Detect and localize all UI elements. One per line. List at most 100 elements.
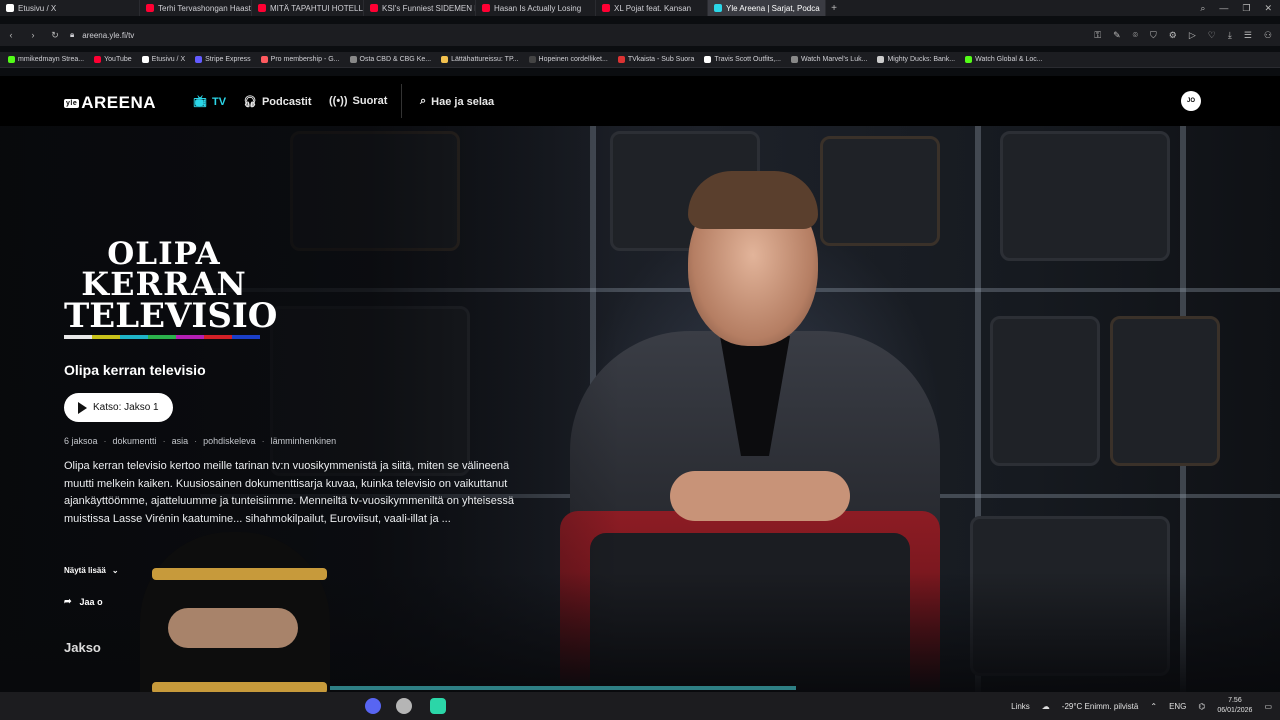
back-icon[interactable]: ‹ <box>0 30 22 40</box>
notification-icon[interactable]: ▭ <box>1264 702 1272 711</box>
browser-tab-strip: Etusivu / X Terhi Tervashongan Haast MIT… <box>0 0 1280 16</box>
play-icon[interactable]: ▷ <box>1189 30 1196 41</box>
x-icon <box>141 56 149 63</box>
folder-icon <box>441 56 449 63</box>
download-icon[interactable]: ⤓ <box>1228 30 1232 41</box>
broadcast-icon: ((•)) <box>329 95 348 107</box>
youtube-icon <box>602 4 610 12</box>
globe-icon <box>349 56 357 63</box>
address-bar-row: ‹ › ↻ 🔒︎ areena.yle.fi/tv ⚿ ✎ ⌾ ⛉ ⚙ ▷ ♡ … <box>0 24 1280 46</box>
forward-icon[interactable]: › <box>22 30 44 40</box>
bookmark[interactable]: Lättähattureissu: TP... <box>441 56 519 63</box>
app-icon[interactable] <box>396 698 412 714</box>
address-bar-actions: ⚿ ✎ ⌾ ⛉ ⚙ ▷ ♡ ⤓ ☰ ⚇ <box>1094 30 1280 41</box>
language-indicator[interactable]: ENG <box>1169 702 1186 711</box>
weather-text[interactable]: -29°C Enimm. pilvistä <box>1062 702 1139 711</box>
nav-search[interactable]: ⌕ Hae ja selaa <box>420 95 494 108</box>
show-metadata: 6 jaksoa · dokumentti · asia · pohdiskeleva… <box>64 436 337 446</box>
lightning-icon <box>877 56 885 63</box>
maximize-icon[interactable]: ❐ <box>1242 3 1250 14</box>
bookmark[interactable]: Watch Marvel's Luk... <box>791 56 867 63</box>
camera-icon[interactable]: ⌾ <box>1133 30 1138 41</box>
user-avatar[interactable]: JO <box>1181 91 1201 111</box>
discord-icon[interactable] <box>365 698 381 714</box>
balaclava-stripe <box>152 568 327 580</box>
new-tab-button[interactable]: + <box>826 3 842 14</box>
window-controls: ⌕ — ❐ ✕ <box>1200 3 1280 14</box>
bookmark[interactable]: Pro membership - G... <box>260 56 340 63</box>
bookmarks-bar: mmikedmayn Strea... YouTube Etusivu / X … <box>0 52 1280 68</box>
youtube-icon <box>146 4 154 12</box>
stripe-icon <box>195 56 203 63</box>
show-title: Olipa kerran televisio <box>64 362 206 378</box>
streaming-app-icon[interactable] <box>430 698 446 714</box>
site-icon <box>528 56 536 63</box>
system-tray: Links ☁ -29°C Enimm. pilvistä ⌃ ENG ⌬ 7.… <box>1011 692 1272 720</box>
search-icon: ⌕ <box>420 95 427 107</box>
vintage-tv <box>1000 131 1170 261</box>
vintage-tv <box>1110 316 1220 466</box>
bookmark[interactable]: Watch Global & Loc... <box>965 56 1043 63</box>
youtube-icon <box>370 4 378 12</box>
bookmark[interactable]: TVkaista - Sub Suora <box>617 56 694 63</box>
browser-tab[interactable]: Hasan Is Actually Losing <box>476 0 596 16</box>
weather-icon: ☁ <box>1041 701 1050 711</box>
browser-tab[interactable]: Etusivu / X <box>0 0 140 16</box>
kick-icon <box>8 56 15 63</box>
minimize-icon[interactable]: — <box>1219 3 1228 14</box>
youtube-icon <box>258 4 266 12</box>
lock-icon: 🔒︎ <box>70 30 75 39</box>
bookmark[interactable]: Etusivu / X <box>141 56 185 63</box>
nav-tv[interactable]: 📺︎ TV <box>193 95 226 109</box>
browser-tab[interactable]: Terhi Tervashongan Haast <box>140 0 252 16</box>
network-icon[interactable]: ⌬ <box>1198 702 1205 711</box>
menu-icon[interactable]: ☰ <box>1244 30 1252 41</box>
site-icon <box>704 56 712 63</box>
clock[interactable]: 7.56 06/01/2026 <box>1217 696 1252 716</box>
search-tabs-icon[interactable]: ⌕ <box>1200 3 1205 14</box>
bookmark[interactable]: YouTube <box>94 56 132 63</box>
browser-tab[interactable]: MITÄ TAPAHTUI HOTELLI <box>252 0 364 16</box>
play-icon <box>78 401 87 414</box>
browser-tab[interactable]: XL Pojat feat. Kansan <box>596 0 708 16</box>
edit-icon[interactable]: ✎ <box>1113 30 1121 41</box>
browser-tab[interactable]: KSI's Funniest SIDEMEN M <box>364 0 476 16</box>
nav-divider <box>401 84 402 118</box>
presenter-hands <box>670 471 850 521</box>
play-episode-button[interactable]: Katso: Jakso 1 <box>64 393 173 422</box>
heart-icon[interactable]: ♡ <box>1208 30 1216 41</box>
bookmark[interactable]: mmikedmayn Strea... <box>8 56 84 63</box>
shield-icon[interactable]: ⛉ <box>1150 30 1157 41</box>
translate-icon[interactable]: ⚙ <box>1169 30 1177 41</box>
scroll-progress <box>330 686 796 690</box>
tv-icon <box>617 56 625 63</box>
reload-icon[interactable]: ↻ <box>44 30 66 41</box>
headphones-icon: 🎧︎ <box>243 96 257 108</box>
bookmark[interactable]: Hopeinen cordelliket... <box>528 56 608 63</box>
youtube-icon <box>482 4 490 12</box>
areena-icon <box>714 4 722 12</box>
bookmark[interactable]: Stripe Express <box>195 56 251 63</box>
eye-opening <box>168 608 298 648</box>
url-field[interactable]: 🔒︎ areena.yle.fi/tv <box>70 30 134 40</box>
bookmark[interactable]: Osta CBD & CBG Ke... <box>349 56 431 63</box>
os-taskbar: Links ☁ -29°C Enimm. pilvistä ⌃ ENG ⌬ 7.… <box>0 692 1280 720</box>
pin-icon <box>260 56 268 63</box>
nav-podcasts[interactable]: 🎧︎ Podcastit <box>243 95 311 109</box>
kick-icon <box>965 56 973 63</box>
bookmark[interactable]: Travis Scott Outfits,... <box>704 56 781 63</box>
chevron-up-icon[interactable]: ⌃ <box>1150 702 1157 711</box>
browser-tab-active[interactable]: Yle Areena | Sarjat, Podca ✕ <box>708 0 826 16</box>
links-toolbar[interactable]: Links <box>1011 702 1030 711</box>
show-description: Olipa kerran televisio kertoo meille tar… <box>64 460 514 525</box>
close-window-icon[interactable]: ✕ <box>1264 3 1272 14</box>
areena-logo[interactable]: yle AREENA <box>64 93 156 113</box>
bookmark[interactable]: Mighty Ducks: Bank... <box>877 56 955 63</box>
color-stripe <box>64 335 260 340</box>
tv-icon: 📺︎ <box>193 96 207 108</box>
areena-header: yle AREENA 📺︎ TV 🎧︎ Podcastit ((•)) Suor… <box>0 76 1280 126</box>
profile-icon[interactable]: ⚇ <box>1264 30 1272 41</box>
nav-live[interactable]: ((•)) Suorat <box>329 95 387 107</box>
presenter-hair <box>688 171 818 229</box>
key-icon[interactable]: ⚿ <box>1094 30 1101 41</box>
